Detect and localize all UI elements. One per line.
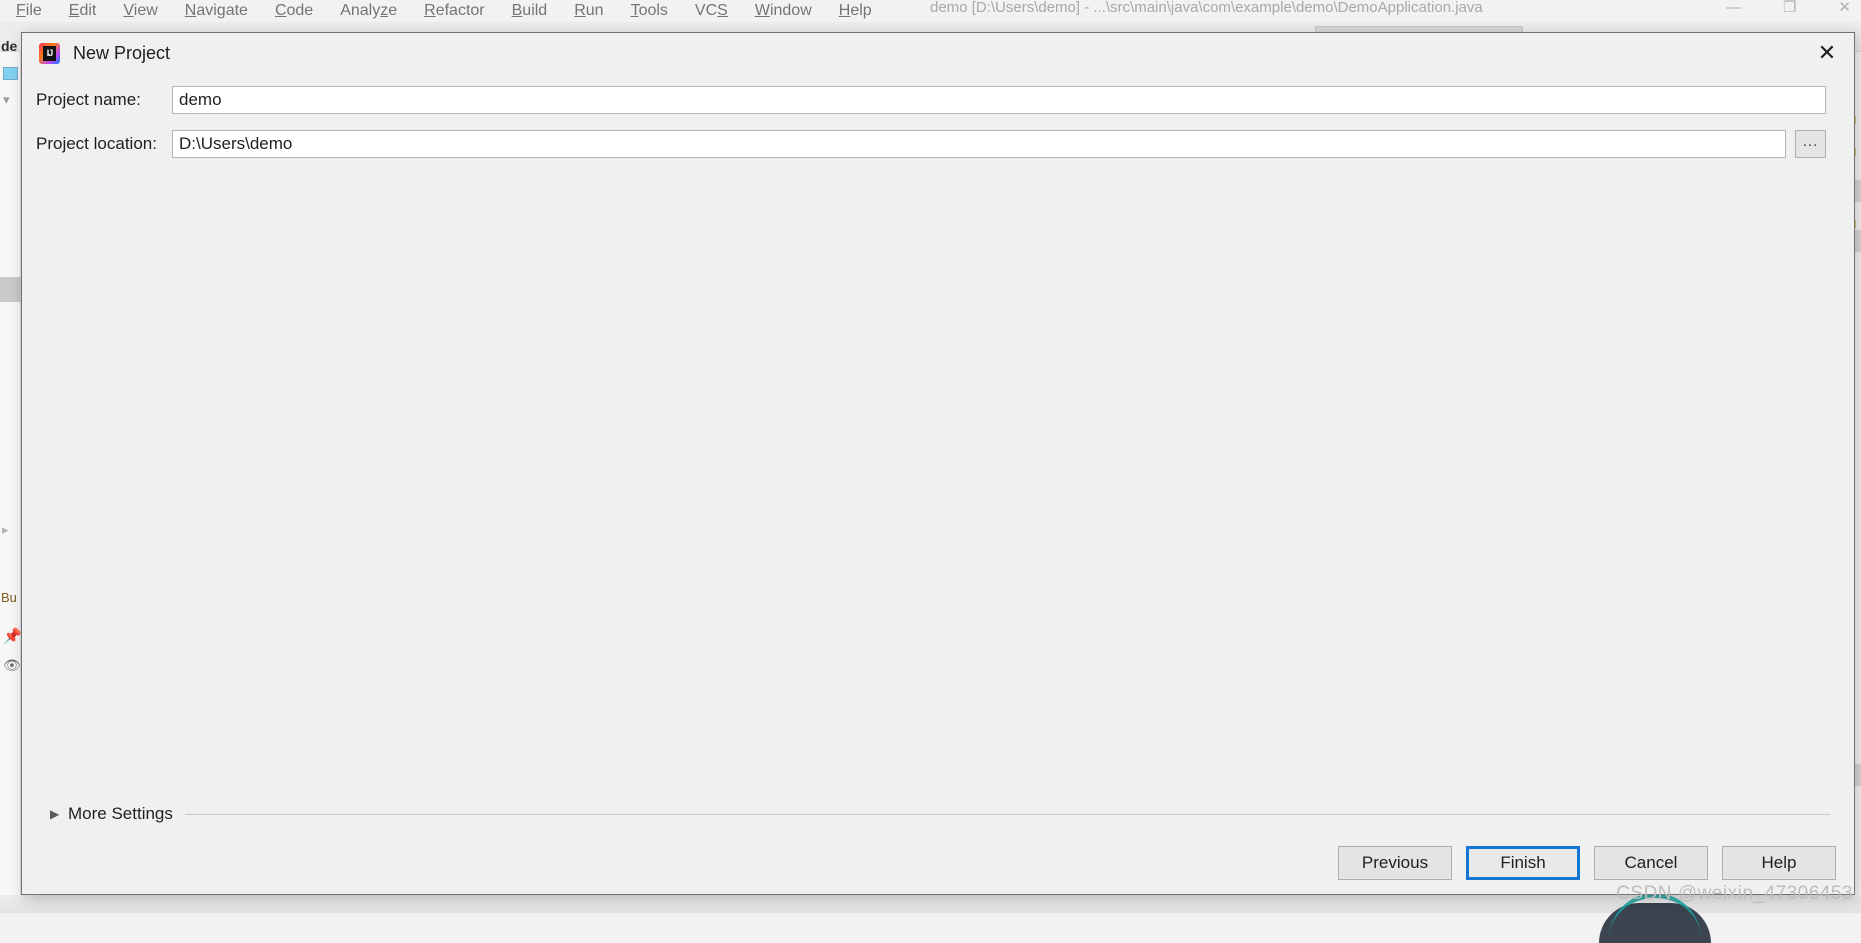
minimize-icon[interactable]: — bbox=[1726, 0, 1741, 16]
divider bbox=[185, 814, 1830, 815]
finish-button[interactable]: Finish bbox=[1466, 846, 1580, 880]
menu-item-window[interactable]: Window bbox=[755, 2, 812, 20]
more-settings-label: More Settings bbox=[68, 804, 173, 824]
ide-left-tool-strip: de ▾ ▸ Bu 📌 👁 bbox=[0, 52, 21, 913]
menu-item-code[interactable]: Code bbox=[275, 2, 313, 20]
menu-item-tools[interactable]: Tools bbox=[631, 2, 668, 20]
menu-item-refactor[interactable]: Refactor bbox=[424, 2, 484, 20]
logo-glyph: IJ bbox=[43, 46, 56, 61]
menu-item-file[interactable]: File bbox=[16, 2, 42, 20]
ide-menu-bar: File Edit View Navigate Code Analyze Ref… bbox=[0, 0, 1861, 22]
sidebar-item-project[interactable]: de bbox=[1, 38, 17, 54]
dialog-button-bar: Previous Finish Cancel Help bbox=[1338, 846, 1836, 880]
dialog-title: New Project bbox=[73, 43, 170, 64]
maximize-icon[interactable]: ❐ bbox=[1783, 0, 1796, 16]
close-icon[interactable]: ✕ bbox=[1838, 0, 1851, 16]
menu-item-analyze[interactable]: Analyze bbox=[340, 2, 397, 20]
pin-icon[interactable]: 📌 bbox=[3, 627, 22, 645]
dialog-title-bar: IJ New Project ✕ bbox=[22, 33, 1854, 73]
menu-item-view[interactable]: View bbox=[123, 2, 157, 20]
project-location-row: Project location: D:\Users\demo ... bbox=[36, 130, 1826, 158]
watermark: CSDN @weixin_47306453 bbox=[1616, 883, 1853, 905]
menu-item-help[interactable]: Help bbox=[839, 2, 872, 20]
help-button[interactable]: Help bbox=[1722, 846, 1836, 880]
project-node-icon bbox=[3, 67, 18, 80]
menu-item-build[interactable]: Build bbox=[512, 2, 548, 20]
ide-status-bar bbox=[0, 895, 1861, 913]
eye-icon[interactable]: 👁 bbox=[3, 657, 21, 674]
project-name-input[interactable]: demo bbox=[172, 86, 1826, 114]
cancel-button[interactable]: Cancel bbox=[1594, 846, 1708, 880]
ide-window-title: demo [D:\Users\demo] - ...\src\main\java… bbox=[930, 0, 1530, 16]
intellij-idea-logo-icon: IJ bbox=[39, 43, 60, 64]
sidebar-item-build[interactable]: Bu bbox=[1, 590, 17, 605]
browse-folder-button[interactable]: ... bbox=[1795, 130, 1826, 158]
menu-item-vcs[interactable]: VCS bbox=[695, 2, 728, 20]
project-location-label: Project location: bbox=[36, 134, 172, 154]
chevron-right-icon[interactable]: ▸ bbox=[2, 522, 9, 538]
dialog-close-icon[interactable]: ✕ bbox=[1800, 33, 1854, 73]
project-location-input[interactable]: D:\Users\demo bbox=[172, 130, 1786, 158]
menu-item-navigate[interactable]: Navigate bbox=[185, 2, 248, 20]
previous-button[interactable]: Previous bbox=[1338, 846, 1452, 880]
menu-item-run[interactable]: Run bbox=[574, 2, 603, 20]
new-project-dialog: IJ New Project ✕ Project name: demo Proj… bbox=[21, 32, 1855, 895]
chevron-down-icon[interactable]: ▾ bbox=[3, 92, 10, 108]
project-name-row: Project name: demo bbox=[36, 86, 1826, 114]
chevron-right-icon[interactable]: ▶ bbox=[50, 807, 64, 821]
more-settings-expander[interactable]: ▶ More Settings bbox=[50, 804, 1830, 824]
menu-item-edit[interactable]: Edit bbox=[69, 2, 97, 20]
dialog-content: Project name: demo Project location: D:\… bbox=[22, 73, 1854, 894]
project-name-label: Project name: bbox=[36, 90, 172, 110]
selected-tree-row bbox=[0, 277, 21, 302]
window-controls: — ❐ ✕ bbox=[1726, 0, 1851, 16]
